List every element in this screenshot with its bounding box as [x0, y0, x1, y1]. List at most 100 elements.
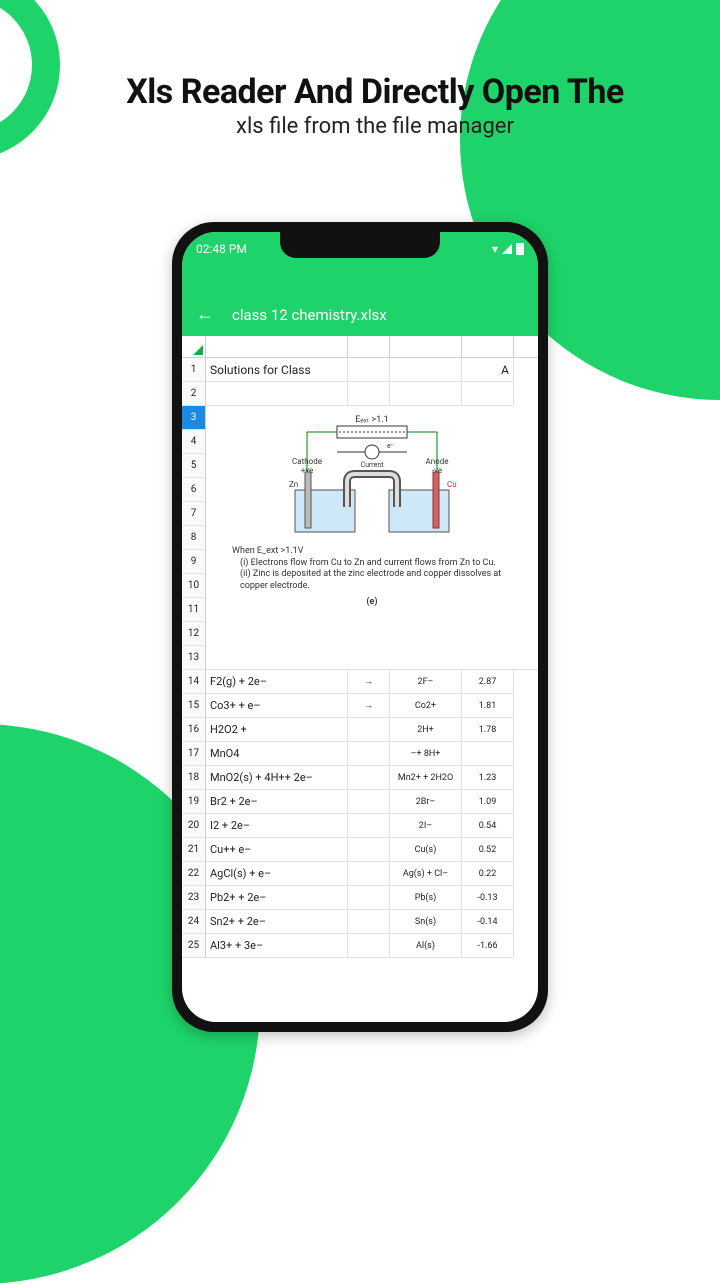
cell[interactable]: MnO2(s) + 4H++ 2e– [206, 766, 348, 790]
cell[interactable]: 2F– [390, 670, 462, 694]
row-header[interactable]: 22 [182, 862, 206, 886]
spreadsheet[interactable]: 1 Solutions for Class A 2 3 4 5 6 7 8 [182, 336, 538, 958]
cell[interactable]: 1.81 [462, 694, 514, 718]
cell[interactable]: -0.13 [462, 886, 514, 910]
row-header[interactable]: 21 [182, 838, 206, 862]
cell[interactable]: Pb2+ + 2e– [206, 886, 348, 910]
cell[interactable]: F2(g) + 2e– [206, 670, 348, 694]
cell[interactable] [348, 382, 390, 406]
cell[interactable] [348, 838, 390, 862]
cell[interactable]: Ag(s) + Cl– [390, 862, 462, 886]
cell[interactable] [348, 766, 390, 790]
table-row[interactable]: 17MnO4 –+ 8H+ [182, 742, 538, 766]
row-header[interactable]: 25 [182, 934, 206, 958]
row-header[interactable]: 11 [182, 598, 206, 622]
row-header[interactable]: 23 [182, 886, 206, 910]
row-header[interactable]: 7 [182, 502, 206, 526]
table-row[interactable]: 23Pb2+ + 2e– Pb(s)-0.13 [182, 886, 538, 910]
cell[interactable]: -0.14 [462, 910, 514, 934]
cell[interactable]: 2.87 [462, 670, 514, 694]
table-row[interactable]: 2 [182, 382, 538, 406]
cell[interactable]: Co2+ [390, 694, 462, 718]
cell[interactable]: Al3+ + 3e– [206, 934, 348, 958]
row-header[interactable]: 4 [182, 430, 206, 454]
cell[interactable]: MnO4 [206, 742, 348, 766]
cell[interactable] [348, 358, 390, 382]
table-row[interactable]: 25Al3+ + 3e– Al(s)-1.66 [182, 934, 538, 958]
row-header[interactable]: 1 [182, 358, 206, 382]
cell[interactable] [206, 382, 348, 406]
cell[interactable] [390, 382, 462, 406]
row-header[interactable]: 6 [182, 478, 206, 502]
table-row[interactable]: 24Sn2+ + 2e– Sn(s)-0.14 [182, 910, 538, 934]
cell[interactable]: Mn2+ + 2H2O [390, 766, 462, 790]
cell[interactable]: Solutions for Class [206, 358, 348, 382]
cell[interactable] [348, 718, 390, 742]
cell[interactable]: Pb(s) [390, 886, 462, 910]
cell[interactable]: 1.09 [462, 790, 514, 814]
cell[interactable] [348, 814, 390, 838]
cell[interactable]: H2O2 + [206, 718, 348, 742]
cell[interactable]: Cu(s) [390, 838, 462, 862]
cell[interactable]: I2 + 2e– [206, 814, 348, 838]
table-row[interactable]: 21Cu++ e– Cu(s)0.52 [182, 838, 538, 862]
table-row[interactable]: 1 Solutions for Class A [182, 358, 538, 382]
cell[interactable]: Al(s) [390, 934, 462, 958]
cell[interactable]: 2H+ [390, 718, 462, 742]
row-header[interactable]: 13 [182, 646, 206, 670]
cell[interactable]: -1.66 [462, 934, 514, 958]
row-header[interactable]: 24 [182, 910, 206, 934]
diagram-block[interactable]: 3 4 5 6 7 8 9 10 11 12 13 Eₑₓₜ >1.1 [182, 406, 538, 670]
cell[interactable]: Br2 + 2e– [206, 790, 348, 814]
cell[interactable] [348, 886, 390, 910]
cell[interactable]: 2I– [390, 814, 462, 838]
back-button[interactable]: ← [196, 306, 214, 324]
table-row[interactable]: 14F2(g) + 2e–→2F–2.87 [182, 670, 538, 694]
table-row[interactable]: 18MnO2(s) + 4H++ 2e– Mn2+ + 2H2O1.23 [182, 766, 538, 790]
cell[interactable]: 0.22 [462, 862, 514, 886]
cell[interactable] [462, 382, 514, 406]
row-header[interactable]: 3 [182, 406, 206, 430]
table-row[interactable]: 15Co3+ + e–→Co2+1.81 [182, 694, 538, 718]
row-header[interactable]: 8 [182, 526, 206, 550]
select-all-corner[interactable] [182, 336, 206, 357]
cell[interactable]: 1.78 [462, 718, 514, 742]
row-header[interactable]: 14 [182, 670, 206, 694]
cell[interactable]: Sn(s) [390, 910, 462, 934]
cell[interactable] [348, 790, 390, 814]
table-row[interactable]: 22AgCl(s) + e– Ag(s) + Cl–0.22 [182, 862, 538, 886]
cell[interactable]: 0.52 [462, 838, 514, 862]
row-header[interactable]: 12 [182, 622, 206, 646]
cell[interactable]: 1.23 [462, 766, 514, 790]
row-header[interactable]: 20 [182, 814, 206, 838]
cell[interactable]: AgCl(s) + e– [206, 862, 348, 886]
row-header[interactable]: 18 [182, 766, 206, 790]
cell[interactable]: –+ 8H+ [390, 742, 462, 766]
cell[interactable]: Co3+ + e– [206, 694, 348, 718]
table-row[interactable]: 16H2O2 + 2H+1.78 [182, 718, 538, 742]
cell[interactable] [348, 862, 390, 886]
row-header[interactable]: 10 [182, 574, 206, 598]
cell[interactable] [348, 742, 390, 766]
cell[interactable]: 2Br– [390, 790, 462, 814]
phone-frame: 02:48 PM ▾ ← class 12 chemistry.xlsx 1 S… [172, 222, 548, 1032]
row-header[interactable]: 5 [182, 454, 206, 478]
row-header[interactable]: 9 [182, 550, 206, 574]
row-header[interactable]: 2 [182, 382, 206, 406]
cell[interactable]: Cu++ e– [206, 838, 348, 862]
cell[interactable] [348, 910, 390, 934]
row-header[interactable]: 16 [182, 718, 206, 742]
cell[interactable]: Sn2+ + 2e– [206, 910, 348, 934]
cell[interactable] [348, 934, 390, 958]
cell[interactable]: → [348, 670, 390, 694]
table-row[interactable]: 20I2 + 2e– 2I–0.54 [182, 814, 538, 838]
cell[interactable]: 0.54 [462, 814, 514, 838]
row-header[interactable]: 15 [182, 694, 206, 718]
cell[interactable] [390, 358, 462, 382]
table-row[interactable]: 19Br2 + 2e– 2Br–1.09 [182, 790, 538, 814]
row-header[interactable]: 17 [182, 742, 206, 766]
cell[interactable]: → [348, 694, 390, 718]
cell[interactable]: A [462, 358, 514, 382]
cell[interactable] [462, 742, 514, 766]
row-header[interactable]: 19 [182, 790, 206, 814]
